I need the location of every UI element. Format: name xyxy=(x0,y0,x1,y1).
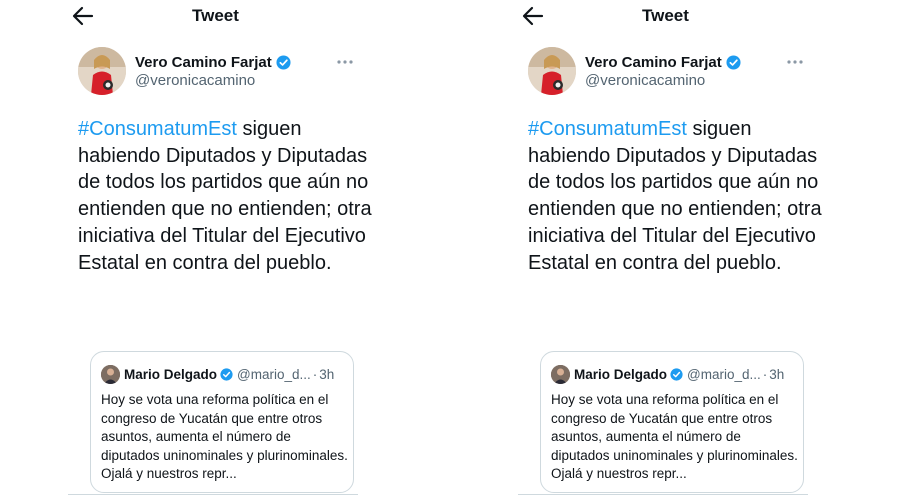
verified-badge-icon xyxy=(670,368,683,381)
tweet-panel-right: Tweet Vero Camino Farjat @veronicacamino… xyxy=(518,0,878,500)
quoted-timestamp: 3h xyxy=(319,367,335,382)
tweet-body: siguen habiendo Diputados y Diputadas de… xyxy=(528,118,822,274)
quoted-handle: @mario_d... xyxy=(687,367,761,382)
divider xyxy=(518,494,808,495)
dot-separator: · xyxy=(312,367,318,382)
tweet-panel-left: Tweet Vero Camino Farjat @veronicacamino… xyxy=(68,0,428,500)
quoted-header: Mario Delgado @mario_d... · 3h xyxy=(574,367,784,382)
verified-badge-icon xyxy=(220,368,233,381)
quoted-handle: @mario_d... xyxy=(237,367,311,382)
quoted-text: Hoy se vota una reforma política en el c… xyxy=(551,392,798,481)
quoted-header: Mario Delgado @mario_d... · 3h xyxy=(124,367,334,382)
quoted-display-name: Mario Delgado xyxy=(574,367,668,382)
quoted-timestamp: 3h xyxy=(769,367,785,382)
hashtag-link[interactable]: #ConsumatumEst xyxy=(78,118,237,140)
quoted-display-name: Mario Delgado xyxy=(124,367,218,382)
more-options-icon[interactable] xyxy=(786,58,804,66)
quoted-avatar xyxy=(101,365,120,384)
quoted-avatar xyxy=(551,365,570,384)
divider xyxy=(68,494,358,495)
avatar[interactable] xyxy=(78,47,126,95)
avatar-image xyxy=(78,47,126,95)
arrow-left-icon[interactable] xyxy=(522,6,544,26)
top-bar: Tweet xyxy=(68,0,428,32)
quoted-text: Hoy se vota una reforma política en el c… xyxy=(101,392,348,481)
tweet-text: #ConsumatumEst siguen habiendo Diputados… xyxy=(528,116,828,276)
quoted-avatar-image xyxy=(101,365,120,384)
page-title: Tweet xyxy=(642,6,689,25)
author-display-name[interactable]: Vero Camino Farjat xyxy=(135,54,272,71)
quoted-tweet-card[interactable]: Mario Delgado @mario_d... · 3h Hoy se vo… xyxy=(540,351,804,493)
arrow-left-icon[interactable] xyxy=(72,6,94,26)
quoted-tweet-card[interactable]: Mario Delgado @mario_d... · 3h Hoy se vo… xyxy=(90,351,354,493)
author-name-row: Vero Camino Farjat xyxy=(135,54,291,71)
author-handle[interactable]: @veronicacamino xyxy=(135,72,255,89)
author-handle[interactable]: @veronicacamino xyxy=(585,72,705,89)
avatar-image xyxy=(528,47,576,95)
page-title: Tweet xyxy=(192,6,239,25)
avatar[interactable] xyxy=(528,47,576,95)
quoted-avatar-image xyxy=(551,365,570,384)
author-display-name[interactable]: Vero Camino Farjat xyxy=(585,54,722,71)
verified-badge-icon xyxy=(276,55,291,70)
hashtag-link[interactable]: #ConsumatumEst xyxy=(528,118,687,140)
more-options-icon[interactable] xyxy=(336,58,354,66)
dot-separator: · xyxy=(762,367,768,382)
author-name-row: Vero Camino Farjat xyxy=(585,54,741,71)
top-bar: Tweet xyxy=(518,0,878,32)
tweet-body: siguen habiendo Diputados y Diputadas de… xyxy=(78,118,372,274)
tweet-text: #ConsumatumEst siguen habiendo Diputados… xyxy=(78,116,378,276)
verified-badge-icon xyxy=(726,55,741,70)
